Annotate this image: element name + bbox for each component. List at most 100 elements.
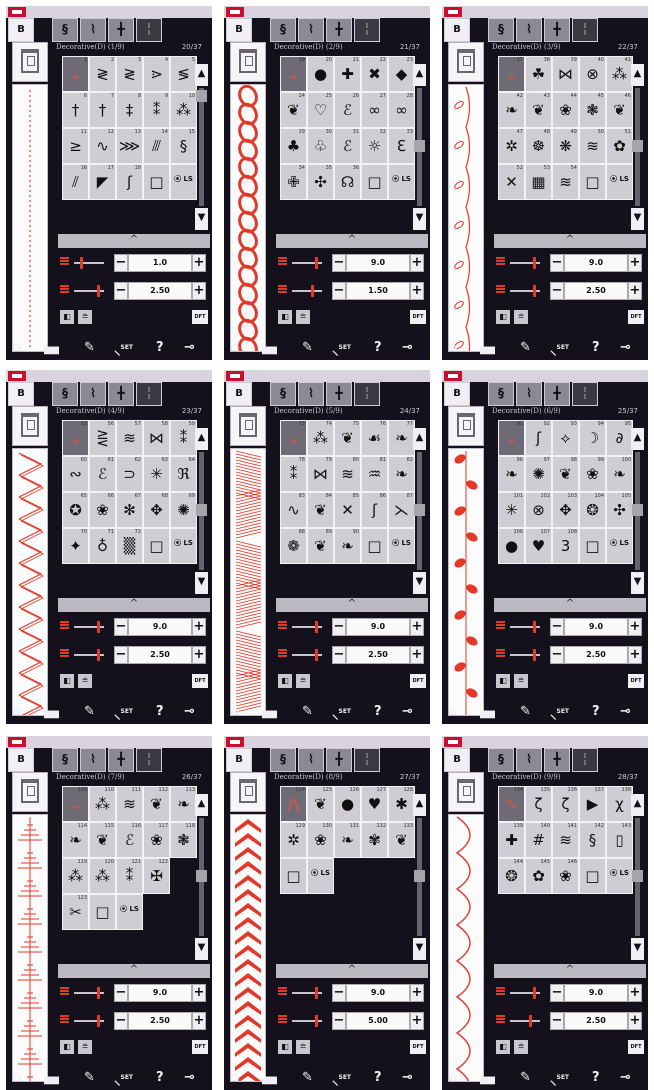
stitch-button[interactable]: 37 ⌄ [498,56,525,92]
key-icon[interactable]: ⊸ [184,704,195,720]
scrollbar[interactable]: ▲ ▼ [195,64,208,230]
tab-twin-needle[interactable]: ╋ [544,18,570,42]
stitch-button[interactable]: 50 ≋ [579,128,606,164]
width-decrease-button[interactable]: − [114,984,128,1002]
stitch-button[interactable]: 90 ❧ [334,528,361,564]
settings-icon[interactable]: ⸜SET [332,704,351,723]
stitch-button[interactable]: 1 ⌄ [62,56,89,92]
home-icon[interactable]: ⌂ [448,704,457,720]
stitch-button[interactable]: 52 ✕ [498,164,525,200]
tab-presser-foot[interactable]: ⌇ [80,382,106,406]
length-decrease-button[interactable]: − [332,1012,346,1030]
stitch-button[interactable]: 17 ◤ [89,164,116,200]
stitch-button[interactable]: 87 ⋋ [388,492,415,528]
scrollbar[interactable]: ▲ ▼ [413,428,426,594]
stitch-button[interactable]: 14 ⫻ [143,128,170,164]
stitch-button[interactable]: 61 ℰ [89,456,116,492]
collapse-button[interactable]: ^ [494,234,646,248]
twin-needle-button[interactable]: ≘ [296,674,310,688]
stitch-button[interactable]: 123 ✂ [62,894,89,930]
stitch-button[interactable]: 67 ✻ [116,492,143,528]
scrollbar[interactable]: ▲ ▼ [631,794,644,960]
collapse-button[interactable]: ^ [494,964,646,978]
stitch-button[interactable]: 12 ∿ [89,128,116,164]
tab-disabled[interactable]: ╏ [572,382,598,406]
stitch-button[interactable]: 31 ℰ [334,128,361,164]
stitch-button[interactable]: 106 ● [498,528,525,564]
collapse-button[interactable]: ^ [494,598,646,612]
stitch-button[interactable]: 33 ℇ [388,128,415,164]
stitch-button[interactable]: 69 ✺ [170,492,197,528]
file-icon[interactable]: ✎ [302,704,313,720]
width-decrease-button[interactable]: − [332,254,346,272]
slider-knob[interactable] [97,285,100,297]
stitch-button[interactable]: 77 ❧ [388,420,415,456]
stitch-button[interactable]: 131 ❧ [334,822,361,858]
stitch-button[interactable]: 88 ❁ [280,528,307,564]
stitch-button[interactable]: 19 ⌄ [280,56,307,92]
stitch-button[interactable]: 116 ℰ [116,822,143,858]
stitch-button[interactable]: 32 ☼ [361,128,388,164]
stitch-button[interactable]: 79 ⋈ [307,456,334,492]
mirror-button[interactable]: ◧ [60,310,74,324]
stitch-button[interactable]: 109 ⌄ [62,786,89,822]
mirror-button[interactable]: ◧ [496,310,510,324]
width-decrease-button[interactable]: − [550,254,564,272]
scroll-thumb[interactable] [196,504,207,516]
stitch-button[interactable]: 128 ✱ [388,786,415,822]
slider-knob[interactable] [533,257,536,269]
length-increase-button[interactable]: + [628,282,642,300]
stitch-button[interactable]: 92 ʃ [525,420,552,456]
key-icon[interactable]: ⊸ [620,340,631,356]
scroll-down-button[interactable]: ▼ [631,208,644,230]
stitch-button[interactable]: 66 ❀ [89,492,116,528]
help-icon[interactable]: ? [374,340,382,356]
stitch-button[interactable]: 46 ❦ [606,92,633,128]
scroll-down-button[interactable]: ▼ [195,572,208,594]
tab-presser-foot[interactable]: ⌇ [80,748,106,772]
stitch-button[interactable]: 86 ʃ [361,492,388,528]
tab-stitch-category[interactable]: § [488,18,514,42]
width-increase-button[interactable]: + [410,984,424,1002]
key-icon[interactable]: ⊸ [184,340,195,356]
stitch-button[interactable]: 51 ✿ [606,128,633,164]
slider-knob[interactable] [315,621,318,633]
length-increase-button[interactable]: + [410,282,424,300]
width-decrease-button[interactable]: − [550,618,564,636]
stitch-button[interactable]: 121 ⁑ [116,858,143,894]
tab-presser-foot[interactable]: ⌇ [516,748,542,772]
stitch-button[interactable]: 54 ≋ [552,164,579,200]
stitch-button[interactable]: 105 ✣ [606,492,633,528]
stitch-button[interactable]: 81 ♒ [361,456,388,492]
scroll-thumb[interactable] [414,504,425,516]
slider-knob[interactable] [315,987,318,999]
tab-presser-foot[interactable]: ⌇ [298,382,324,406]
default-button[interactable]: DFT [628,310,644,324]
width-increase-button[interactable]: + [628,984,642,1002]
tab-needle-position[interactable]: B [8,382,34,406]
tab-stitch-category[interactable]: § [270,748,296,772]
help-icon[interactable]: ? [156,340,164,356]
default-button[interactable]: DFT [410,674,426,688]
width-decrease-button[interactable]: − [114,618,128,636]
stitch-button[interactable]: 10 ⁂ [170,92,197,128]
stitch-button[interactable]: 16 ⫽ [62,164,89,200]
help-icon[interactable]: ? [156,704,164,720]
scrollbar[interactable]: ▲ ▼ [631,428,644,594]
stitch-button[interactable]: 140 # [525,822,552,858]
scroll-thumb[interactable] [414,140,425,152]
embroidery-icon[interactable]: ▄▖ [480,704,500,720]
tab-disabled[interactable]: ╏ [136,748,162,772]
default-button[interactable]: DFT [628,674,644,688]
tab-needle-position[interactable]: B [226,18,252,42]
stitch-button[interactable]: 111 ≋ [116,786,143,822]
stitch-button[interactable]: 18 ʃ [116,164,143,200]
default-button[interactable]: DFT [628,1040,644,1054]
mirror-button[interactable]: ◧ [60,674,74,688]
stitch-length-slider[interactable] [292,290,322,292]
stitch-button[interactable]: 56 ⋛ [89,420,116,456]
tab-disabled[interactable]: ╏ [572,748,598,772]
stitch-button[interactable]: 11 ≥ [62,128,89,164]
mirror-pattern-button[interactable]: □ [579,858,606,894]
mirror-button[interactable]: ◧ [496,1040,510,1054]
